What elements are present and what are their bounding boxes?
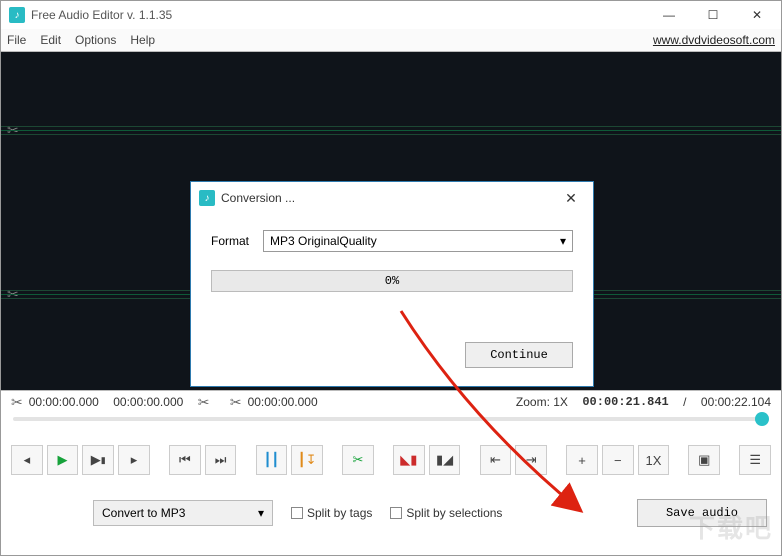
menu-options[interactable]: Options [75,33,116,47]
toolbar: ◂ ▶ ▶▮ ▸ ⏮ ⏭ ┃┃ ┃↧ ✂ ◣▮ ▮◢ ⇤ ⇥ + − 1X ▣ … [1,435,781,485]
website-link[interactable]: www.dvdvideosoft.com [653,33,775,47]
settings-button[interactable]: ☰ [739,445,771,475]
dialog-close-button[interactable]: ✕ [557,184,585,212]
zoom-label: Zoom: 1X [516,395,568,409]
dialog-titlebar[interactable]: ♪ Conversion ... ✕ [191,182,593,214]
chevron-down-icon: ▾ [560,234,566,248]
split-by-tags-checkbox[interactable]: Split by tags [291,506,372,520]
close-button[interactable]: ✕ [735,1,779,29]
menu-edit[interactable]: Edit [40,33,61,47]
scissors-icon: ✂ [198,394,210,411]
trim-left-button[interactable]: ◣▮ [393,445,425,475]
play-to-end-button[interactable]: ▶▮ [82,445,114,475]
cursor-time: 00:00:00.000 [248,395,318,409]
bottom-bar: Convert to MP3 ▾ Split by tags Split by … [1,485,781,541]
zoom-in-button[interactable]: + [566,445,598,475]
go-start-button[interactable]: ⇤ [480,445,512,475]
minimize-button[interactable]: — [647,1,691,29]
save-audio-button[interactable]: Save audio [637,499,767,527]
progress-bar: 0% [211,270,573,292]
time-sep: / [683,395,686,409]
selection-end: 00:00:00.000 [113,395,183,409]
play-button[interactable]: ▶ [47,445,79,475]
image-icon[interactable]: ▣ [688,445,720,475]
format-label: Format [211,234,249,248]
format-combo[interactable]: Convert to MP3 ▾ [93,500,273,526]
zoom-out-button[interactable]: − [602,445,634,475]
titlebar: ♪ Free Audio Editor v. 1.1.35 — ☐ ✕ [1,1,781,29]
position-slider[interactable] [1,413,781,435]
format-select-value: MP3 OriginalQuality [270,234,377,248]
dialog-title: Conversion ... [221,191,295,205]
time-bar: ✂ 00:00:00.000 00:00:00.000 ✂ ✂ 00:00:00… [1,391,781,413]
menu-help[interactable]: Help [130,33,155,47]
trim-right-button[interactable]: ▮◢ [429,445,461,475]
zoom-reset-button[interactable]: 1X [638,445,670,475]
conversion-dialog: ♪ Conversion ... ✕ Format MP3 OriginalQu… [190,181,594,387]
split-by-selections-checkbox[interactable]: Split by selections [390,506,502,520]
current-time: 00:00:21.841 [582,395,668,409]
scissors-icon: ✂ [230,394,242,411]
format-combo-label: Convert to MP3 [102,506,185,520]
app-icon: ♪ [9,7,25,23]
scissors-icon: ✂ [11,394,23,411]
menu-file[interactable]: File [7,33,26,47]
go-end-button[interactable]: ⇥ [515,445,547,475]
next-frame-button[interactable]: ▸ [118,445,150,475]
skip-back-button[interactable]: ⏮ [169,445,201,475]
slider-thumb[interactable] [755,412,769,426]
maximize-button[interactable]: ☐ [691,1,735,29]
continue-button[interactable]: Continue [465,342,573,368]
cut-button[interactable]: ✂ [342,445,374,475]
chevron-down-icon: ▾ [258,506,264,520]
mark-end-button[interactable]: ┃↧ [291,445,323,475]
selection-start: 00:00:00.000 [29,395,99,409]
format-select[interactable]: MP3 OriginalQuality ▾ [263,230,573,252]
window-controls: — ☐ ✕ [647,1,779,29]
window-title: Free Audio Editor v. 1.1.35 [31,8,172,22]
prev-frame-button[interactable]: ◂ [11,445,43,475]
total-time: 00:00:22.104 [701,395,771,409]
menubar: File Edit Options Help www.dvdvideosoft.… [1,29,781,51]
app-icon: ♪ [199,190,215,206]
skip-forward-button[interactable]: ⏭ [205,445,237,475]
mark-start-button[interactable]: ┃┃ [256,445,288,475]
